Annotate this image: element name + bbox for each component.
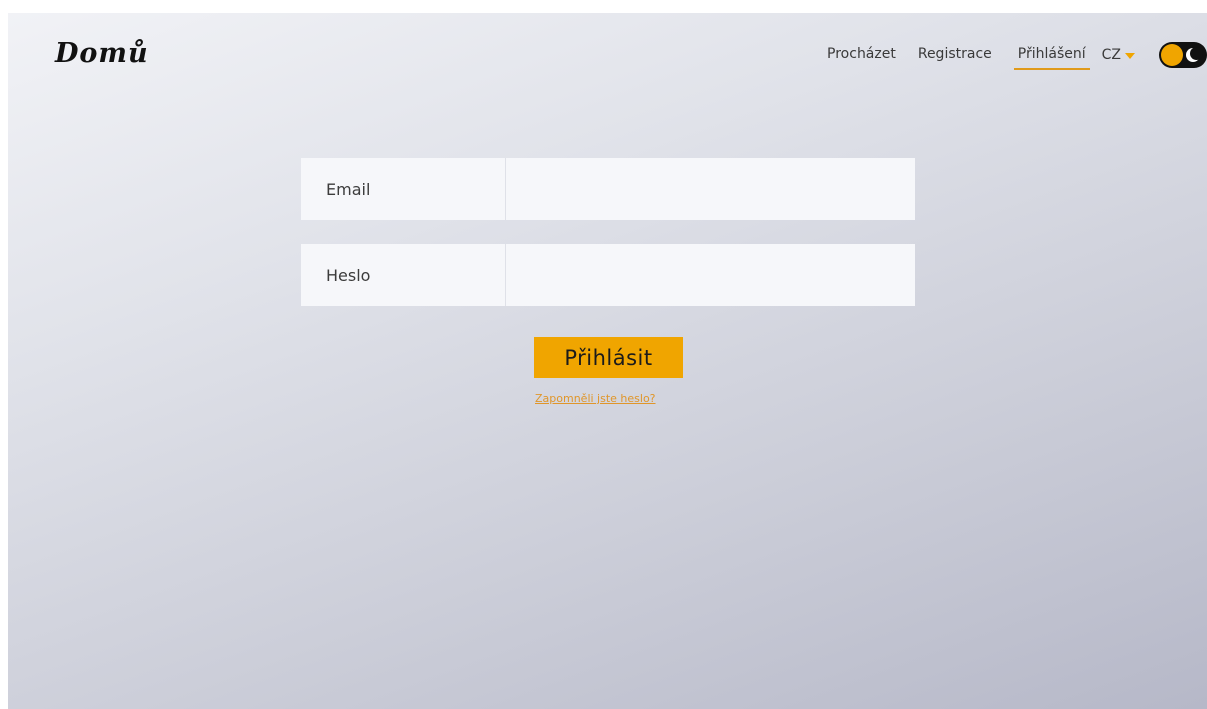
site-logo[interactable]: Domů xyxy=(55,37,149,71)
language-label: CZ xyxy=(1101,47,1121,63)
nav-register[interactable]: Registrace xyxy=(918,44,992,70)
password-field-row: Heslo xyxy=(301,244,915,306)
page-background: Domů Procházet Registrace Přihlášení CZ … xyxy=(8,13,1207,709)
email-label: Email xyxy=(301,158,506,220)
password-label: Heslo xyxy=(301,244,506,306)
email-input[interactable] xyxy=(506,158,915,220)
moon-icon xyxy=(1186,47,1203,62)
toggle-knob xyxy=(1161,44,1183,66)
main-nav: Procházet Registrace Přihlášení CZ xyxy=(827,41,1207,73)
nav-login[interactable]: Přihlášení xyxy=(1013,44,1090,70)
email-field-row: Email xyxy=(301,158,915,220)
password-input[interactable] xyxy=(506,244,915,306)
language-selector[interactable]: CZ xyxy=(1102,47,1135,67)
theme-toggle[interactable] xyxy=(1159,42,1207,68)
nav-browse[interactable]: Procházet xyxy=(827,44,896,70)
chevron-down-icon xyxy=(1125,53,1135,59)
forgot-password-link[interactable]: Zapomněli jste heslo? xyxy=(535,392,656,405)
login-button[interactable]: Přihlásit xyxy=(534,337,683,378)
